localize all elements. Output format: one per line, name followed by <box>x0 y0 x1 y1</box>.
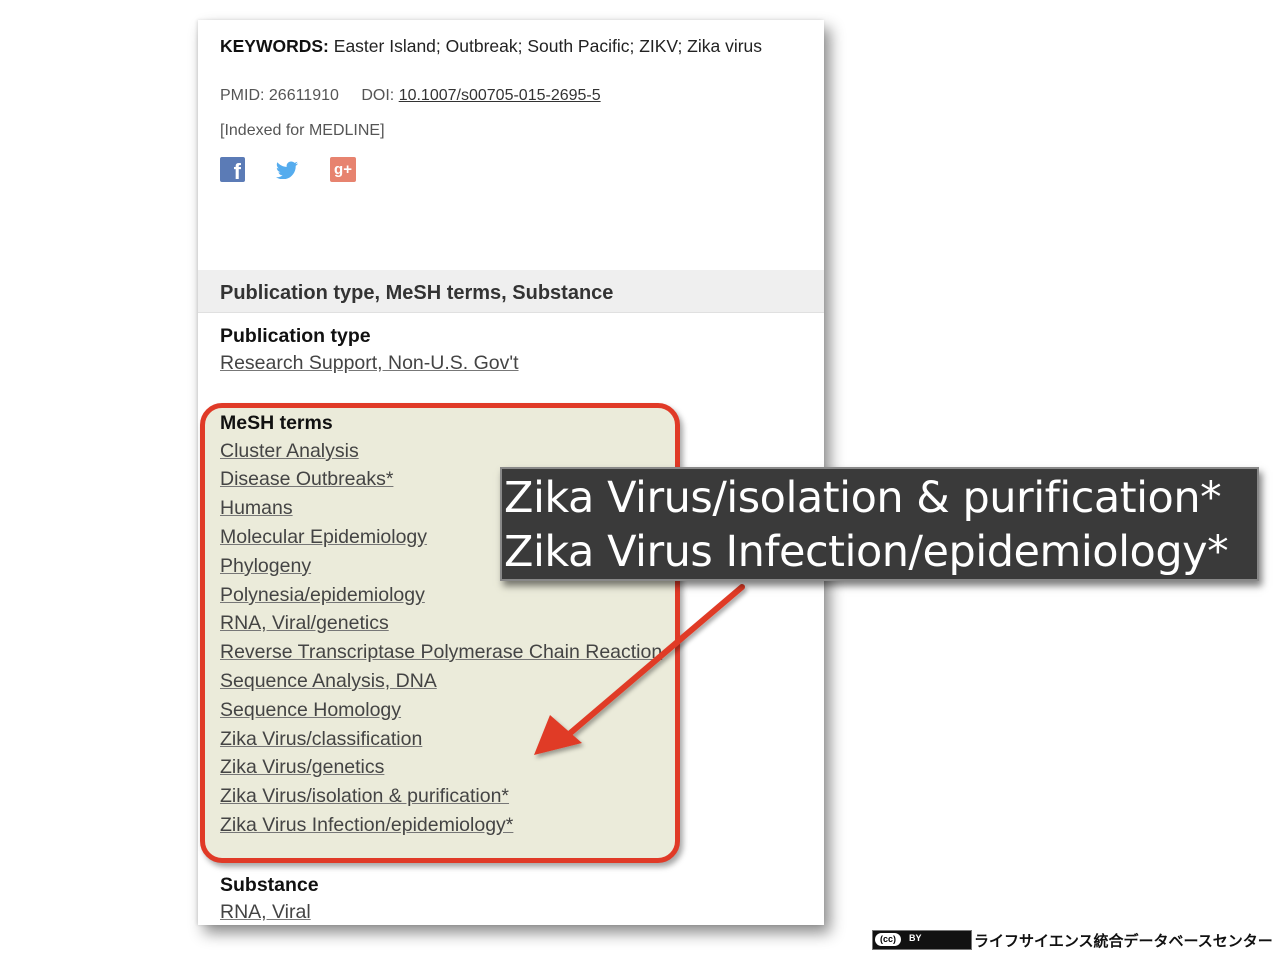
organization-name: ライフサイエンス統合データベースセンター <box>974 932 1273 950</box>
google-plus-icon[interactable]: g+ <box>330 157 356 182</box>
mesh-term-link[interactable]: Disease Outbreaks* <box>220 468 393 491</box>
keywords-label: KEYWORDS: <box>220 36 329 56</box>
facebook-icon[interactable]: f <box>220 157 245 182</box>
doi-link[interactable]: 10.1007/s00705-015-2695-5 <box>399 87 601 104</box>
substance-link[interactable]: RNA, Viral <box>220 901 311 924</box>
mesh-term-link[interactable]: Phylogeny <box>220 555 311 578</box>
section-title: Publication type, MeSH terms, Substance <box>220 282 614 304</box>
cc-license-label: (cc) <box>875 933 901 946</box>
mesh-term-link[interactable]: Cluster Analysis <box>220 440 359 463</box>
highlight-callout: Zika Virus/isolation & purification* Zik… <box>500 467 1259 581</box>
publication-type-link[interactable]: Research Support, Non-U.S. Gov't <box>220 352 519 375</box>
mesh-term-link[interactable]: Polynesia/epidemiology <box>220 584 425 607</box>
red-arrow-icon <box>534 584 745 755</box>
keywords-line: KEYWORDS: Easter Island; Outbreak; South… <box>220 36 762 57</box>
mesh-term-link[interactable]: Molecular Epidemiology <box>220 526 427 549</box>
callout-line-1: Zika Virus/isolation & purification* <box>504 473 1222 523</box>
mesh-term-link[interactable]: Zika Virus Infection/epidemiology* <box>220 814 513 837</box>
publication-type-heading: Publication type <box>220 325 371 347</box>
mesh-term-link[interactable]: Sequence Analysis, DNA <box>220 670 437 693</box>
mesh-term-link[interactable]: Sequence Homology <box>220 699 401 722</box>
mesh-term-link[interactable]: Humans <box>220 497 293 520</box>
identifier-line: PMID: 26611910 DOI: 10.1007/s00705-015-2… <box>220 87 601 105</box>
twitter-icon[interactable] <box>275 161 299 179</box>
keywords-value: Easter Island; Outbreak; South Pacific; … <box>333 36 763 56</box>
doi-label: DOI: <box>361 87 395 104</box>
pmid: PMID: 26611910 <box>220 87 339 104</box>
mesh-term-link[interactable]: RNA, Viral/genetics <box>220 612 389 635</box>
mesh-term-link[interactable]: Zika Virus/classification <box>220 728 422 751</box>
cc-by-license-badge: (cc) BY <box>872 930 972 950</box>
callout-line-2: Zika Virus Infection/epidemiology* <box>504 527 1229 577</box>
substance-heading: Substance <box>220 874 319 896</box>
indexed-note: [Indexed for MEDLINE] <box>220 122 385 139</box>
by-license-label: BY <box>909 933 922 943</box>
mesh-term-link[interactable]: Zika Virus/isolation & purification* <box>220 785 509 808</box>
mesh-terms-heading: MeSH terms <box>220 412 333 434</box>
mesh-term-link[interactable]: Zika Virus/genetics <box>220 756 384 779</box>
section-header: Publication type, MeSH terms, Substance <box>198 270 824 313</box>
